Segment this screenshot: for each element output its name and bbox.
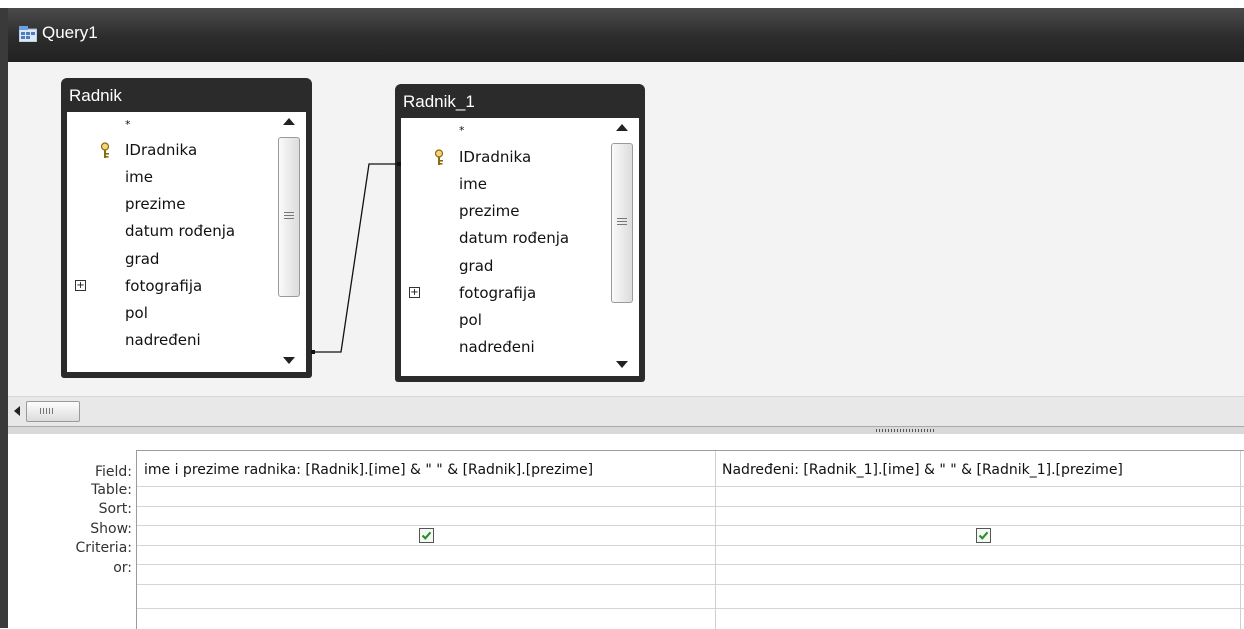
- row-label-show: Show:: [90, 521, 132, 537]
- scroll-up-arrow-icon[interactable]: [616, 124, 628, 131]
- field-idradnika[interactable]: IDradnika: [459, 148, 531, 166]
- design-horizontal-scrollbar[interactable]: [8, 396, 1244, 427]
- splitter-grip-icon: [876, 429, 934, 432]
- grid-table: ime i prezime radnika: [Radnik].[ime] & …: [136, 450, 1244, 629]
- scroll-left-arrow-icon[interactable]: [14, 406, 20, 416]
- field-cell-1[interactable]: ime i prezime radnika: [Radnik].[ime] & …: [144, 462, 593, 478]
- field-grad[interactable]: grad: [125, 250, 159, 268]
- field-datum-rodjenja[interactable]: datum rođenja: [459, 229, 569, 247]
- scroll-up-arrow-icon[interactable]: [283, 118, 295, 125]
- grid-row-line: [137, 608, 1244, 609]
- show-checkbox-2[interactable]: [976, 528, 991, 543]
- field-fotografija[interactable]: fotografija: [459, 284, 536, 302]
- field-list[interactable]: * IDradnika ime prezime datum rođenja gr…: [401, 118, 639, 376]
- field-grad[interactable]: grad: [459, 257, 493, 275]
- row-label-field: Field:: [94, 464, 132, 480]
- field-nadredjeni[interactable]: nadređeni: [459, 338, 535, 356]
- field-datum-rodjenja[interactable]: datum rođenja: [125, 222, 235, 240]
- table-box-radnik[interactable]: Radnik * IDradnika ime prezime datum rođ…: [61, 78, 312, 378]
- field-pol[interactable]: pol: [459, 311, 482, 329]
- grid-row-line: [137, 564, 1244, 565]
- grid-row-line: [137, 486, 1244, 487]
- grip-icon: [617, 218, 627, 225]
- field-list-scrollbar[interactable]: [609, 118, 635, 376]
- row-label-criteria: Criteria:: [75, 540, 132, 556]
- grid-row-labels: Field: Table: Sort: Show: Criteria: or:: [8, 434, 136, 628]
- window-title: Query1: [42, 23, 98, 42]
- row-label-table: Table:: [91, 482, 132, 498]
- field-prezime[interactable]: prezime: [125, 195, 185, 213]
- field-pol[interactable]: pol: [125, 304, 148, 322]
- field-ime[interactable]: ime: [125, 168, 153, 186]
- field-list-scrollbar[interactable]: [276, 112, 302, 372]
- scroll-thumb[interactable]: [611, 143, 633, 303]
- primary-key-icon: [434, 149, 444, 165]
- field-fotografija[interactable]: fotografija: [125, 277, 202, 295]
- scroll-thumb[interactable]: [26, 401, 80, 422]
- scroll-thumb[interactable]: [278, 137, 300, 297]
- field-prezime[interactable]: prezime: [459, 202, 519, 220]
- table-title[interactable]: Radnik_1: [403, 92, 475, 112]
- row-label-or: or:: [113, 560, 132, 576]
- field-nadredjeni[interactable]: nadređeni: [125, 331, 201, 349]
- expand-plus-icon[interactable]: +: [409, 287, 420, 298]
- grip-icon: [284, 212, 294, 219]
- scroll-down-arrow-icon[interactable]: [283, 357, 295, 364]
- field-all[interactable]: *: [459, 124, 465, 137]
- field-ime[interactable]: ime: [459, 175, 487, 193]
- row-label-sort: Sort:: [98, 501, 132, 517]
- grip-icon: [40, 408, 54, 414]
- table-title[interactable]: Radnik: [69, 86, 122, 106]
- grid-row-line: [137, 506, 1244, 507]
- primary-key-icon: [100, 142, 110, 158]
- field-idradnika[interactable]: IDradnika: [125, 141, 197, 159]
- checkmark-icon: [978, 531, 989, 540]
- scroll-down-arrow-icon[interactable]: [616, 361, 628, 368]
- query-title-bar: Query1: [8, 8, 1244, 62]
- grid-row-line: [137, 525, 1244, 526]
- expand-plus-icon[interactable]: +: [75, 280, 86, 291]
- checkmark-icon: [421, 531, 432, 540]
- window-edge: [0, 8, 8, 628]
- field-all[interactable]: *: [125, 118, 131, 131]
- field-cell-2[interactable]: Nadređeni: [Radnik_1].[ime] & " " & [Rad…: [722, 462, 1123, 478]
- query-design-grid: Field: Table: Sort: Show: Criteria: or: …: [8, 434, 1244, 629]
- grid-row-line: [137, 545, 1244, 546]
- field-list[interactable]: * IDradnika ime prezime datum rođenja gr…: [67, 112, 306, 372]
- table-box-radnik-1[interactable]: Radnik_1 * IDradnika ime prezime datum r…: [395, 84, 645, 382]
- grid-row-line: [137, 584, 1244, 585]
- query-icon: [19, 26, 37, 42]
- show-checkbox-1[interactable]: [419, 528, 434, 543]
